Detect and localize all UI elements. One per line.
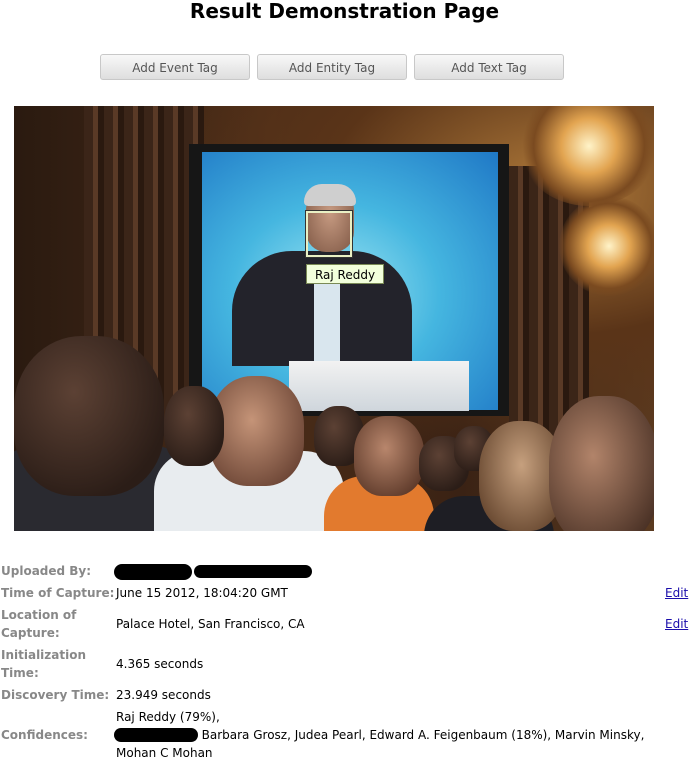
edit-time-link[interactable]: Edit (665, 584, 688, 602)
audience-head (354, 416, 424, 496)
init-time-label-line2: Time: (1, 666, 39, 680)
add-text-tag-button[interactable]: Add Text Tag (414, 54, 564, 80)
audience-head (14, 336, 164, 496)
init-time-label-line1: Initialization (1, 648, 87, 662)
location-label-line2: Capture: (1, 626, 60, 640)
confidences-line2: , Barbara Grosz, Judea Pearl, Edward A. … (194, 728, 645, 742)
uploaded-by-label: Uploaded By: (1, 564, 92, 578)
confidences-line1: Raj Reddy (79%), (116, 710, 220, 724)
audience-head (549, 396, 654, 531)
time-of-capture-label: Time of Capture: (1, 586, 115, 600)
redacted-uploader-name (114, 564, 192, 580)
time-of-capture-value: June 15 2012, 18:04:20 GMT (116, 586, 288, 600)
edit-location-link[interactable]: Edit (665, 615, 688, 633)
discovery-time-label: Discovery Time: (1, 688, 110, 702)
face-tag-label[interactable]: Raj Reddy (306, 264, 384, 284)
discovery-time-value: 23.949 seconds (116, 688, 211, 702)
face-detection-box[interactable] (305, 210, 353, 258)
location-value: Palace Hotel, San Francisco, CA (116, 617, 305, 631)
page-title: Result Demonstration Page (189, 0, 500, 23)
chandelier-bottom (559, 196, 654, 296)
audience (14, 336, 654, 531)
add-entity-tag-button[interactable]: Add Entity Tag (257, 54, 407, 80)
location-label-line1: Location of (1, 608, 77, 622)
redacted-uploader-id (194, 565, 312, 578)
speaker-hair (304, 184, 356, 206)
confidences-line3: Mohan C Mohan (116, 746, 213, 760)
result-photo (14, 106, 654, 531)
add-event-tag-button[interactable]: Add Event Tag (100, 54, 250, 80)
audience-head (164, 386, 224, 466)
init-time-value: 4.365 seconds (116, 657, 204, 671)
redacted-name (114, 728, 198, 742)
confidences-label: Confidences: (1, 728, 88, 742)
